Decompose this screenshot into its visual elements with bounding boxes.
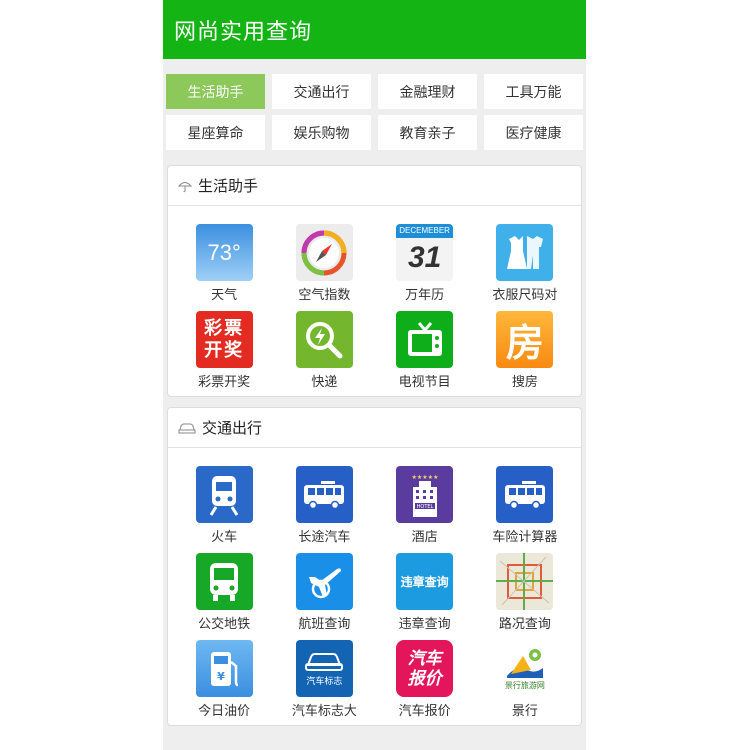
- train-item[interactable]: 火车: [174, 466, 274, 547]
- weather-icon: 73°: [195, 224, 253, 281]
- coach-item[interactable]: 长途汽车: [274, 466, 374, 547]
- violation-icon-text: 违章查询: [400, 575, 449, 589]
- svg-text:★★★★★: ★★★★★: [411, 474, 438, 481]
- car-price-label: 汽车报价: [398, 704, 451, 719]
- tab-traffic[interactable]: 交通出行: [272, 74, 371, 109]
- hotel-icon: ★★★★★ HOTEL: [396, 466, 454, 523]
- violation-item[interactable]: 违章查询 违章查询: [375, 553, 475, 634]
- life-grid: 73° 天气 空气指数 DECEMEBER 31 万年历 衣服尺码对 彩票 开奖…: [168, 206, 581, 396]
- compass-icon: [295, 224, 353, 281]
- express-search-icon: [295, 311, 353, 368]
- car-price-line1: 汽车: [407, 648, 442, 669]
- fuel-pump-icon: ¥: [195, 640, 253, 697]
- weather-item[interactable]: 73° 天气: [174, 224, 274, 305]
- air-index-item[interactable]: 空气指数: [274, 224, 374, 305]
- svg-text:¥: ¥: [217, 670, 225, 683]
- house-icon: 房: [496, 311, 554, 368]
- bus-metro-item[interactable]: 公交地铁: [174, 553, 274, 634]
- jingxing-label: 景行: [511, 704, 538, 719]
- clothing-size-item[interactable]: 衣服尺码对: [475, 224, 575, 305]
- clothing-size-label: 衣服尺码对: [492, 288, 558, 303]
- lottery-label: 彩票开奖: [198, 375, 251, 390]
- train-icon: [195, 466, 253, 523]
- calendar-item[interactable]: DECEMEBER 31 万年历: [375, 224, 475, 305]
- car-price-icon: 汽车 报价: [396, 640, 454, 697]
- flight-item[interactable]: 航班查询: [274, 553, 374, 634]
- life-card-title: 生活助手: [198, 177, 259, 195]
- air-index-label: 空气指数: [298, 288, 351, 303]
- city-bus-icon: [195, 553, 253, 610]
- house-search-label: 搜房: [511, 375, 538, 390]
- road-condition-item[interactable]: 路况查询: [475, 553, 575, 634]
- travel-icon: 景行旅游网: [496, 640, 554, 697]
- tab-tools[interactable]: 工具万能: [484, 74, 583, 109]
- car-logo-item[interactable]: 汽车标志 汽车标志大: [274, 640, 374, 721]
- clothing-icon: [496, 224, 554, 281]
- calendar-month: DECEMEBER: [396, 224, 454, 238]
- calendar-day: 31: [407, 241, 442, 274]
- car-logo-label: 汽车标志大: [291, 704, 357, 719]
- tab-entertainment[interactable]: 娱乐购物: [272, 115, 371, 150]
- car-insurance-label: 车险计算器: [492, 530, 558, 545]
- life-card-header: 生活助手: [168, 166, 581, 206]
- express-label: 快递: [311, 375, 338, 390]
- tv-guide-label: 电视节目: [398, 375, 451, 390]
- hotel-label: 酒店: [411, 530, 438, 545]
- road-condition-label: 路况查询: [498, 617, 551, 632]
- car-insurance-bus-icon: [496, 466, 554, 523]
- traffic-card-header: 交通出行: [168, 408, 581, 448]
- train-label: 火车: [211, 530, 238, 545]
- category-tabs: 生活助手 交通出行 金融理财 工具万能 星座算命 娱乐购物 教育亲子 医疗健康: [163, 59, 586, 150]
- traffic-card-title: 交通出行: [202, 419, 263, 437]
- flight-label: 航班查询: [298, 617, 351, 632]
- house-search-item[interactable]: 房 搜房: [475, 311, 575, 392]
- traffic-grid: 火车 长途汽车 ★★★★★ HOTEL 酒店 车险计算器 公交地铁 航班查询 违…: [168, 448, 581, 725]
- weather-temp: 73°: [207, 239, 241, 265]
- tab-health[interactable]: 医疗健康: [484, 115, 583, 150]
- car-logo-text: 汽车标志: [306, 677, 343, 687]
- coach-bus-icon: [295, 466, 353, 523]
- tab-finance[interactable]: 金融理财: [378, 74, 477, 109]
- car-insurance-item[interactable]: 车险计算器: [475, 466, 575, 547]
- life-card: 生活助手 73° 天气 空气指数 DECEMEBER 31 万年历 衣服尺码对 …: [167, 165, 582, 397]
- app-title: 网尚实用查询: [174, 19, 313, 45]
- lottery-icon: 彩票 开奖: [195, 311, 253, 368]
- tv-guide-item[interactable]: 电视节目: [375, 311, 475, 392]
- traffic-card: 交通出行 火车 长途汽车 ★★★★★ HOTEL 酒店 车险计算器 公交地铁 航…: [167, 407, 582, 726]
- lottery-item[interactable]: 彩票 开奖 彩票开奖: [174, 311, 274, 392]
- traffic-map-icon: [496, 553, 554, 610]
- travel-icon-text: 景行旅游网: [504, 681, 545, 690]
- violation-label: 违章查询: [398, 617, 451, 632]
- hotel-sign-text: HOTEL: [416, 504, 433, 510]
- lottery-line1: 彩票: [204, 317, 245, 339]
- flight-icon: [295, 553, 353, 610]
- tab-horoscope[interactable]: 星座算命: [166, 115, 265, 150]
- tv-icon: [396, 311, 454, 368]
- bus-metro-label: 公交地铁: [198, 617, 251, 632]
- tab-education[interactable]: 教育亲子: [378, 115, 477, 150]
- calendar-icon: DECEMEBER 31: [396, 224, 454, 281]
- house-glyph: 房: [505, 321, 544, 365]
- hotel-item[interactable]: ★★★★★ HOTEL 酒店: [375, 466, 475, 547]
- car-icon: [178, 421, 196, 435]
- car-price-item[interactable]: 汽车 报价 汽车报价: [375, 640, 475, 721]
- weather-label: 天气: [211, 288, 238, 303]
- coach-label: 长途汽车: [298, 530, 351, 545]
- fuel-price-item[interactable]: ¥ 今日油价: [174, 640, 274, 721]
- umbrella-icon: [178, 179, 192, 193]
- car-price-line2: 报价: [407, 668, 442, 689]
- app-header: 网尚实用查询: [163, 0, 586, 59]
- jingxing-item[interactable]: 景行旅游网 景行: [475, 640, 575, 721]
- tab-life[interactable]: 生活助手: [166, 74, 265, 109]
- calendar-label: 万年历: [405, 288, 445, 303]
- car-logo-icon: 汽车标志: [295, 640, 353, 697]
- express-item[interactable]: 快递: [274, 311, 374, 392]
- phone-screen: 网尚实用查询 生活助手 交通出行 金融理财 工具万能 星座算命 娱乐购物 教育亲…: [163, 0, 586, 750]
- fuel-price-label: 今日油价: [198, 704, 251, 719]
- violation-search-icon: 违章查询: [396, 553, 454, 610]
- lottery-line2: 开奖: [204, 339, 245, 361]
